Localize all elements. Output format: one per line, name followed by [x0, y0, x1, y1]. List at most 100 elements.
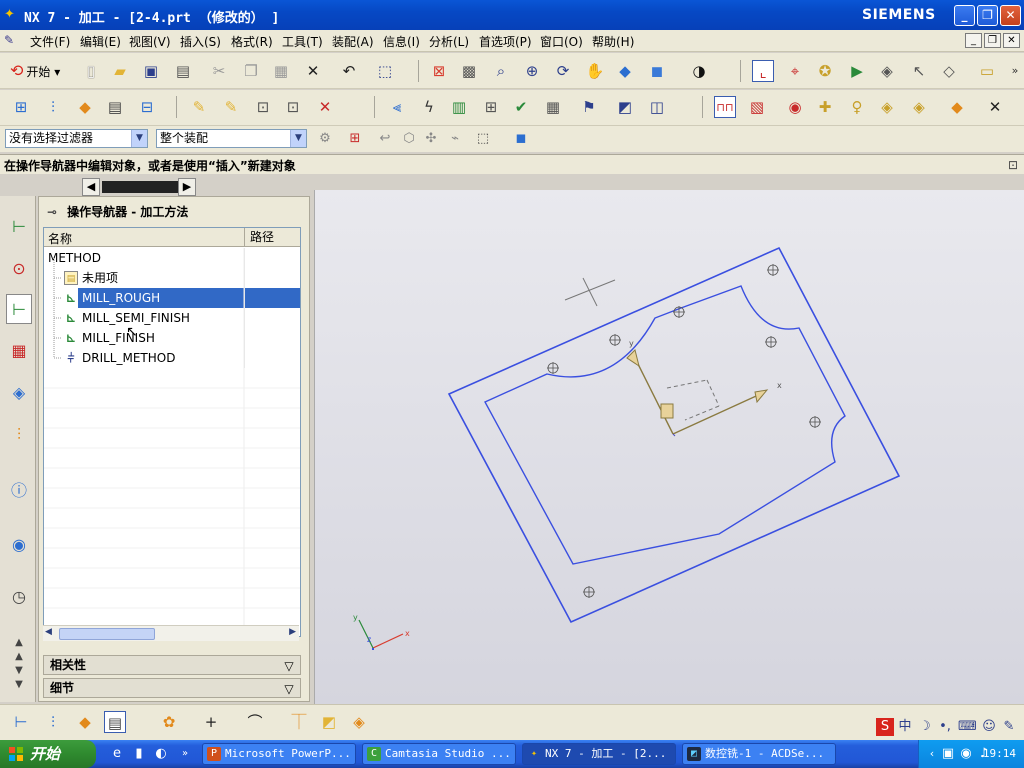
scroll-left-icon[interactable]: ◀ [45, 627, 52, 637]
selection-filter-combo[interactable]: 没有选择过滤器 ▼ [5, 129, 148, 148]
method-view-icon[interactable]: ⊡ [282, 96, 304, 118]
report-icon[interactable]: ◫ [646, 96, 668, 118]
fullscreen-icon[interactable]: ⊡ [1002, 154, 1024, 176]
scroll-right-icon[interactable]: ▶ [178, 178, 196, 196]
info-icon[interactable]: ⓘ [6, 476, 32, 506]
tree-horizontal-scrollbar[interactable]: ◀ ▶ [43, 625, 299, 641]
cutter-icon[interactable]: ◉ [784, 96, 806, 118]
network-icon[interactable]: ▣ [939, 745, 957, 763]
cube-select-icon[interactable]: ◼ [510, 128, 532, 150]
start-menu-button[interactable]: ⟲ 开始 ▾ [10, 59, 60, 83]
post-process-icon[interactable]: ▦ [542, 96, 564, 118]
dependencies-section[interactable]: 相关性 ▽ [43, 655, 301, 675]
machine-navigator-icon[interactable]: ▦ [6, 336, 32, 366]
chevron-down-icon[interactable]: ▽ [280, 680, 298, 696]
chevron-down-icon[interactable]: ▼ [290, 130, 306, 147]
scroll-thumb[interactable] [59, 628, 155, 640]
chevron-down-icon[interactable]: ▽ [280, 657, 298, 673]
constraint-navigator-icon[interactable]: ⊙ [6, 254, 32, 284]
zoom-window-icon[interactable]: ▩ [458, 60, 480, 82]
toolbar-more-icon[interactable]: » [1004, 60, 1024, 82]
menu-tools[interactable]: 工具(T) [282, 33, 323, 50]
graphics-window[interactable]: x y x y z [314, 190, 1024, 704]
ime-punct-icon[interactable]: •, [936, 718, 954, 736]
web-browser-icon[interactable]: ◉ [6, 530, 32, 560]
operation-navigator-icon[interactable]: ⊢ [6, 294, 32, 324]
new-file-icon[interactable]: ▯ [80, 60, 102, 82]
ime-mode-icon[interactable]: 中 [896, 718, 914, 736]
create-operation-icon[interactable]: ⊟ [136, 96, 158, 118]
snap-icon[interactable]: ⊞ [344, 128, 366, 150]
close-tool-icon[interactable]: ✕ [984, 96, 1006, 118]
menu-format[interactable]: 格式(R) [231, 33, 273, 50]
verify-path-icon[interactable]: ⊞ [480, 96, 502, 118]
menu-information[interactable]: 信息(I) [383, 33, 420, 50]
render-style-icon[interactable]: ◑ [688, 60, 710, 82]
zoom-icon[interactable]: ⌕ [490, 60, 512, 82]
add-point-icon[interactable]: + [200, 711, 222, 733]
open-folder-icon[interactable]: ▰ [109, 60, 131, 82]
print-icon[interactable]: ▤ [172, 60, 194, 82]
cut-icon[interactable]: ✂ [208, 60, 230, 82]
arrow-icon[interactable]: ↩ [374, 128, 396, 150]
ime-moon-icon[interactable]: ☽ [916, 718, 934, 736]
curve-icon[interactable]: ⌒ [244, 711, 266, 733]
create-method-icon[interactable]: ▤ [104, 96, 126, 118]
point-icon[interactable]: ✣ [420, 128, 442, 150]
replay-path-icon[interactable]: ϟ [418, 96, 440, 118]
feature-navigator-icon[interactable]: ◈ [6, 378, 32, 408]
resource-scroll-icon[interactable]: ▲ ▲ ▼ ▼ [6, 636, 32, 700]
scroll-left-icon[interactable]: ◀ [82, 178, 100, 196]
copy-icon[interactable]: ❐ [240, 60, 262, 82]
minimize-button[interactable]: _ [954, 5, 975, 26]
ime-tools-icon[interactable]: ✎ [1000, 718, 1018, 736]
funnel-icon[interactable]: ⚙ [314, 128, 336, 150]
shaded-view-icon[interactable]: ◆ [614, 60, 636, 82]
start-button[interactable]: 开始 [0, 740, 96, 768]
ime-user-icon[interactable]: ☺ [980, 718, 998, 736]
close-button[interactable]: ✕ [1000, 5, 1021, 26]
shop-doc-icon[interactable]: ⚑ [578, 96, 600, 118]
tool-view-icon[interactable]: ✎ [220, 96, 242, 118]
doc-restore-icon[interactable]: ❐ [984, 33, 1001, 48]
maximize-button[interactable]: ❐ [977, 5, 998, 26]
paste-icon[interactable]: ▦ [270, 60, 292, 82]
assembly-navigator-icon[interactable]: ⊢ [6, 212, 32, 242]
task-camtasia[interactable]: C Camtasia Studio ... [362, 743, 516, 765]
menu-preferences[interactable]: 首选项(P) [479, 33, 532, 50]
task-acdsee[interactable]: ◩ 数控铣-1 - ACDSe... [682, 743, 836, 765]
measure-icon[interactable]: ▭ [976, 60, 998, 82]
scroll-right-icon[interactable]: ▶ [289, 627, 296, 637]
postprocess-icon[interactable]: ◇ [938, 60, 960, 82]
feed-icon[interactable]: ✚ [814, 96, 836, 118]
play-path-icon[interactable]: ▶ [846, 60, 868, 82]
chevron-down-icon[interactable]: ▼ [131, 130, 147, 147]
speed-icon[interactable]: ♀ [846, 96, 868, 118]
datum-icon[interactable]: ⏉ [288, 711, 310, 733]
delete-icon[interactable]: ✕ [302, 60, 324, 82]
details-section[interactable]: 细节 ▽ [43, 678, 301, 698]
color-palette-icon[interactable]: ✿ [158, 711, 180, 733]
delete-object-icon[interactable]: ✕ [314, 96, 336, 118]
link-icon[interactable]: ⌁ [444, 128, 466, 150]
ime-keyboard-icon[interactable]: ⌨ [958, 718, 977, 736]
program-view-icon[interactable]: ✎ [188, 96, 210, 118]
task-nx[interactable]: ✦ NX 7 - 加工 - [2... [522, 743, 676, 765]
pan-icon[interactable]: ✋ [584, 60, 606, 82]
ie-icon[interactable]: e [108, 745, 126, 763]
menu-assembly[interactable]: 装配(A) [332, 33, 374, 50]
tool-path-icon[interactable]: ✪ [814, 60, 836, 82]
wcs-icon[interactable]: ⌞ [752, 60, 774, 82]
list-path-icon[interactable]: ▥ [448, 96, 470, 118]
menu-window[interactable]: 窗口(O) [540, 33, 583, 50]
menu-file[interactable]: 文件(F) [30, 33, 70, 50]
history-clock-icon[interactable]: ◷ [6, 582, 32, 612]
check-path-icon[interactable]: ✔ [510, 96, 532, 118]
desktop-icon[interactable]: ◐ [152, 745, 170, 763]
menu-edit[interactable]: 编辑(E) [80, 33, 121, 50]
tool-library-icon[interactable]: ⫶ [6, 420, 32, 450]
media-icon[interactable]: ▮ [130, 745, 148, 763]
scroll-track[interactable] [102, 181, 178, 193]
selection-icon[interactable]: ⬚ [374, 60, 396, 82]
sketch-icon[interactable]: ◩ [318, 711, 340, 733]
